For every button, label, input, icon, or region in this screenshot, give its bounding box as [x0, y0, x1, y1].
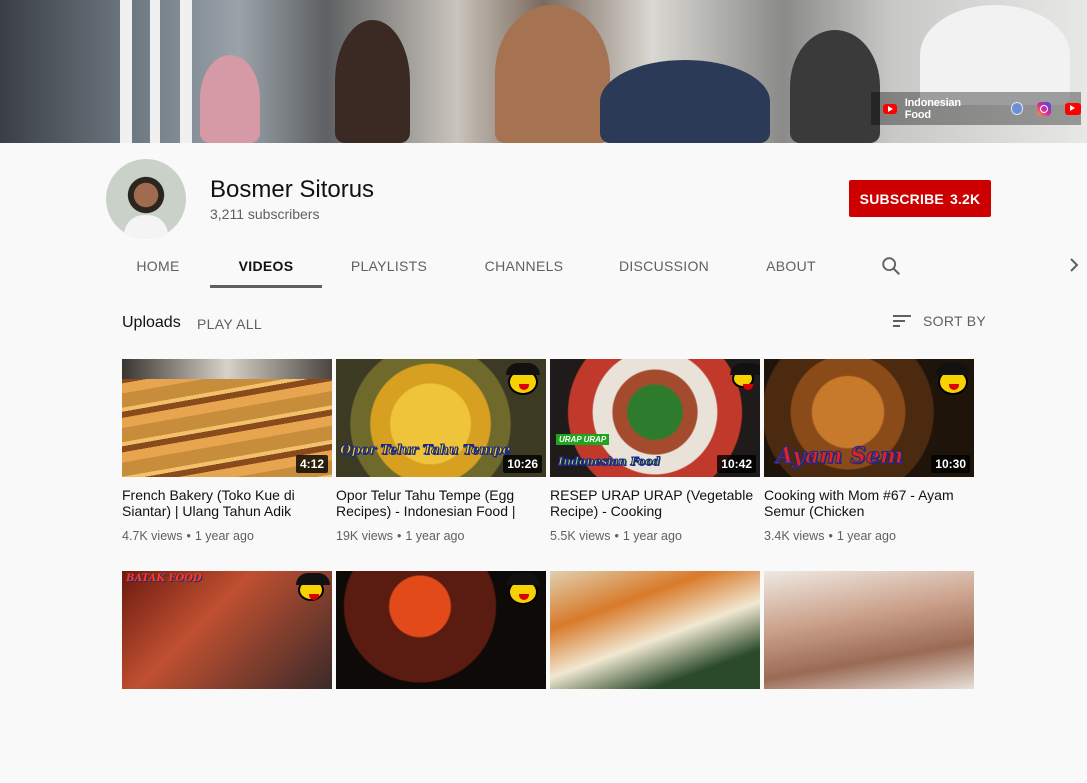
banner-window-frame [180, 0, 192, 143]
video-duration: 10:30 [931, 455, 970, 473]
sort-by-label: SORT BY [923, 313, 987, 329]
video-meta: 4.7K views • 1 year ago [122, 529, 332, 543]
tab-channels[interactable]: CHANNELS [456, 243, 592, 288]
thumbnail-overlay-text: Ayam Sem [775, 443, 904, 470]
video-age: 1 year ago [836, 529, 896, 543]
video-thumbnail[interactable]: BATAK FOOD [122, 571, 332, 689]
video-card[interactable]: 4:12 French Bakery (Toko Kue di Siantar)… [122, 359, 332, 571]
video-age: 1 year ago [622, 529, 682, 543]
tab-playlists[interactable]: PLAYLISTS [322, 243, 456, 288]
globe-icon[interactable] [1010, 102, 1024, 115]
tab-home[interactable]: HOME [106, 243, 210, 288]
banner-person [335, 20, 410, 143]
banner-link-label[interactable]: Indonesian Food [905, 97, 989, 121]
video-title[interactable]: French Bakery (Toko Kue di Siantar) | Ul… [122, 487, 332, 519]
cartoon-face-sticker [506, 363, 540, 395]
video-card[interactable] [764, 571, 974, 783]
video-thumbnail[interactable]: 4:12 [122, 359, 332, 477]
banner-window-frame [150, 0, 160, 143]
video-views: 3.4K views [764, 529, 825, 543]
search-icon[interactable] [880, 255, 902, 277]
banner-person [920, 5, 1070, 105]
video-thumbnail[interactable]: Opor Telur Tahu Tempe 10:26 [336, 359, 546, 477]
banner-person [495, 5, 610, 143]
video-card[interactable]: URAP URAP Indonesian Food 10:42 RESEP UR… [550, 359, 760, 571]
video-thumbnail[interactable] [336, 571, 546, 689]
video-thumbnail[interactable]: Ayam Sem 10:30 [764, 359, 974, 477]
video-card[interactable] [336, 571, 546, 783]
chevron-right-icon[interactable] [1066, 255, 1082, 275]
youtube-icon[interactable] [883, 103, 897, 114]
meta-separator: • [396, 529, 402, 543]
channel-tabs: HOME VIDEOS PLAYLISTS CHANNELS DISCUSSIO… [106, 243, 846, 288]
meta-separator: • [614, 529, 619, 543]
cartoon-face-sticker [730, 363, 760, 390]
video-meta: 5.5K views • 1 year ago [550, 529, 760, 543]
avatar[interactable] [106, 159, 186, 239]
thumbnail-overlay-text: Opor Telur Tahu Tempe [340, 443, 512, 459]
thumbnail-tag: URAP URAP [556, 434, 610, 445]
banner-person [790, 30, 880, 143]
subscriber-count: 3,211 subscribers [210, 206, 320, 222]
play-all-button[interactable]: PLAY ALL [197, 316, 262, 332]
tab-discussion[interactable]: DISCUSSION [592, 243, 736, 288]
thumbnail-overlay-text: Indonesian Food [557, 455, 661, 469]
cartoon-face-sticker [936, 363, 970, 395]
meta-separator: • [828, 529, 833, 543]
video-age: 1 year ago [405, 529, 465, 543]
video-meta: 3.4K views • 1 year ago [764, 529, 974, 543]
banner-person [600, 60, 770, 143]
video-duration: 10:26 [503, 455, 542, 473]
subscribe-count: 3.2K [949, 190, 981, 207]
sort-icon [893, 315, 911, 327]
tab-videos[interactable]: VIDEOS [210, 243, 322, 288]
subscribe-label: SUBSCRIBE [859, 190, 944, 207]
video-views: 5.5K views [550, 529, 611, 543]
banner-links: Indonesian Food [871, 92, 1081, 125]
tab-about[interactable]: ABOUT [736, 243, 846, 288]
video-views: 4.7K views [122, 529, 183, 543]
sort-by-button[interactable]: SORT BY [893, 313, 986, 329]
channel-banner: Indonesian Food [0, 0, 1087, 143]
video-card[interactable] [550, 571, 760, 783]
youtube-icon[interactable] [1065, 102, 1081, 115]
video-duration: 4:12 [295, 455, 328, 473]
video-age: 1 year ago [194, 529, 254, 543]
video-duration: 10:42 [717, 455, 756, 473]
video-thumbnail[interactable] [550, 571, 760, 689]
video-card[interactable]: BATAK FOOD [122, 571, 332, 783]
video-title[interactable]: RESEP URAP URAP (Vegetable Recipe) - Coo… [550, 487, 760, 519]
thumbnail-overlay-text: BATAK FOOD [126, 573, 202, 584]
instagram-icon[interactable] [1037, 101, 1052, 116]
subscribe-button[interactable]: SUBSCRIBE 3.2K [849, 180, 991, 217]
video-thumbnail[interactable]: URAP URAP Indonesian Food 10:42 [550, 359, 760, 477]
video-views: 19K views [336, 529, 393, 543]
video-meta: 19K views • 1 year ago [336, 529, 546, 543]
cartoon-face-sticker [296, 573, 330, 601]
channel-header: Bosmer Sitorus 3,211 subscribers SUBSCRI… [0, 143, 1087, 288]
uploads-heading: Uploads [122, 314, 181, 331]
video-title[interactable]: Opor Telur Tahu Tempe (Egg Recipes) - In… [336, 487, 546, 519]
video-card[interactable]: Opor Telur Tahu Tempe 10:26 Opor Telur T… [336, 359, 546, 571]
video-title[interactable]: Cooking with Mom #67 - Ayam Semur (Chick… [764, 487, 974, 519]
video-thumbnail[interactable] [764, 571, 974, 689]
meta-separator: • [186, 529, 191, 543]
banner-window-frame [120, 0, 132, 143]
video-card[interactable]: Ayam Sem 10:30 Cooking with Mom #67 - Ay… [764, 359, 974, 571]
cartoon-face-sticker [506, 573, 540, 605]
videos-section: Uploads PLAY ALL SORT BY 4:12 French Bak… [0, 288, 1087, 689]
banner-person [200, 55, 260, 143]
video-grid: 4:12 French Bakery (Toko Kue di Siantar)… [122, 359, 974, 783]
channel-name: Bosmer Sitorus [210, 176, 375, 203]
